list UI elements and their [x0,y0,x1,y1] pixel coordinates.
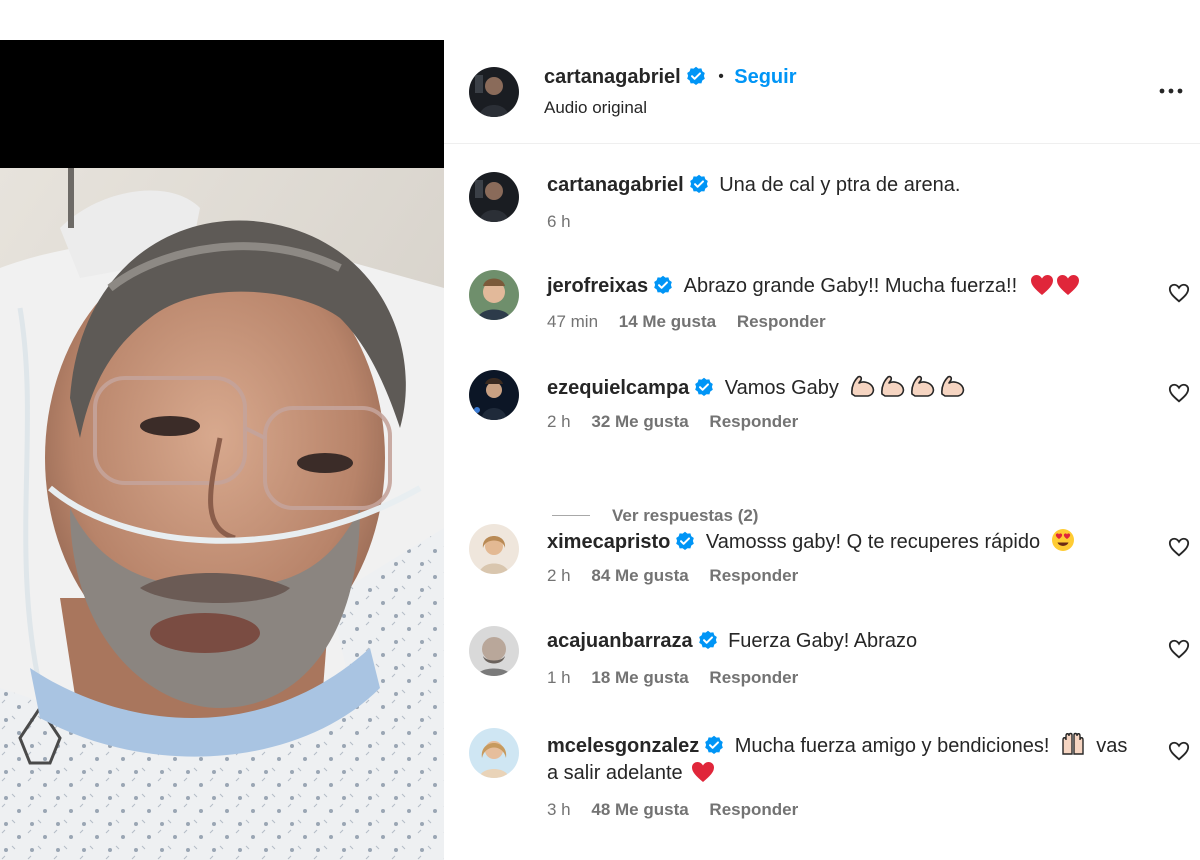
comment-username[interactable]: ezequielcampa [547,377,689,399]
comment-username[interactable]: acajuanbarraza [547,630,693,652]
replies-divider-line [552,515,590,516]
commenter-avatar[interactable] [469,728,519,778]
comment-likes[interactable]: 18 Me gusta [591,668,688,687]
verified-badge-icon [686,66,706,86]
comment-item: ezequielcampa Vamos Gaby 2 h 32 Me gusta… [444,370,1200,525]
comments-panel: cartanagabriel • Seguir Audio original c… [444,40,1200,860]
caption-time[interactable]: 6 h [547,212,571,231]
flexed-biceps-emoji-icon [849,374,877,403]
verified-badge-icon [689,174,709,194]
reply-button[interactable]: Responder [709,800,798,819]
comment-username[interactable]: mcelesgonzalez [547,735,699,757]
hospital-selfie-image [0,168,444,860]
comment-item: ximecapristo Vamosss gaby! Q te recupere… [444,524,1200,604]
comment-time[interactable]: 1 h [547,668,571,687]
comment-time[interactable]: 2 h [547,566,571,585]
media-letterbox [0,40,444,168]
like-heart-icon[interactable] [1168,382,1190,404]
comment-item: jerofreixas Abrazo grande Gaby!! Mucha f… [444,270,1200,350]
caption-username[interactable]: cartanagabriel [547,174,684,196]
comment-text: Vamos Gaby [724,377,839,399]
caption-avatar[interactable] [469,172,519,222]
avatar-image [469,172,519,222]
post-caption: cartanagabriel Una de cal y ptra de aren… [444,170,1200,240]
post-header: cartanagabriel • Seguir Audio original [444,40,1200,144]
comment-time[interactable]: 2 h [547,412,571,431]
comment-text: Abrazo grande Gaby!! Mucha fuerza!! [683,275,1018,297]
verified-badge-icon [698,630,718,650]
comment-likes[interactable]: 32 Me gusta [591,412,688,431]
comment-likes[interactable]: 14 Me gusta [619,312,716,331]
author-username[interactable]: cartanagabriel [544,66,681,88]
view-replies-button[interactable]: Ver respuestas (2) [552,506,758,526]
verified-badge-icon [675,531,695,551]
comment-text: Mucha fuerza amigo y bendiciones! [734,735,1050,757]
like-heart-icon[interactable] [1168,282,1190,304]
commenter-avatar[interactable] [469,270,519,320]
comment-item: mcelesgonzalez Mucha fuerza amigo y bend… [444,728,1200,838]
author-avatar[interactable] [469,67,519,117]
reply-button[interactable]: Responder [709,412,798,431]
comment-item: acajuanbarraza Fuerza Gaby! Abrazo 1 h 1… [444,626,1200,706]
avatar-image [469,524,519,574]
commenter-avatar[interactable] [469,524,519,574]
comment-username[interactable]: ximecapristo [547,531,670,553]
comment-text: Fuerza Gaby! Abrazo [728,630,918,652]
red-heart-emoji-icon [1030,274,1054,301]
more-options-icon[interactable] [1158,78,1184,104]
comment-text-continued: vas [1096,735,1128,757]
commenter-avatar[interactable] [469,370,519,420]
view-replies-label: Ver respuestas (2) [612,506,759,525]
comment-likes[interactable]: 84 Me gusta [591,566,688,585]
flexed-biceps-emoji-icon [939,374,967,403]
flexed-biceps-emoji-icon [879,374,907,403]
like-heart-icon[interactable] [1168,638,1190,660]
red-heart-emoji-icon [1056,274,1080,301]
post-media[interactable] [0,40,444,860]
comment-time[interactable]: 47 min [547,312,598,331]
flexed-biceps-emoji-icon [909,374,937,403]
heart-eyes-emoji-icon [1051,528,1075,557]
comment-text: Vamosss gaby! Q te recuperes rápido [705,531,1041,553]
comment-username[interactable]: jerofreixas [547,275,648,297]
audio-label[interactable]: Audio original [544,98,647,118]
reply-button[interactable]: Responder [709,566,798,585]
comment-text-line2: a salir adelante [547,762,683,784]
comment-time[interactable]: 3 h [547,800,571,819]
verified-badge-icon [694,377,714,397]
like-heart-icon[interactable] [1168,536,1190,558]
reply-button[interactable]: Responder [709,668,798,687]
verified-badge-icon [704,735,724,755]
raising-hands-emoji-icon [1060,732,1086,761]
red-heart-emoji-icon [691,761,715,788]
avatar-image [469,270,519,320]
follow-button[interactable]: Seguir [734,66,796,88]
video-frame[interactable] [0,168,444,860]
header-separator: • [718,68,724,85]
avatar-image [469,626,519,676]
comment-likes[interactable]: 48 Me gusta [591,800,688,819]
avatar-image [469,728,519,778]
reply-button[interactable]: Responder [737,312,826,331]
commenter-avatar[interactable] [469,626,519,676]
avatar-image [469,370,519,420]
caption-text: Una de cal y ptra de arena. [719,174,961,196]
avatar-image [469,67,519,117]
like-heart-icon[interactable] [1168,740,1190,762]
verified-badge-icon [653,275,673,295]
